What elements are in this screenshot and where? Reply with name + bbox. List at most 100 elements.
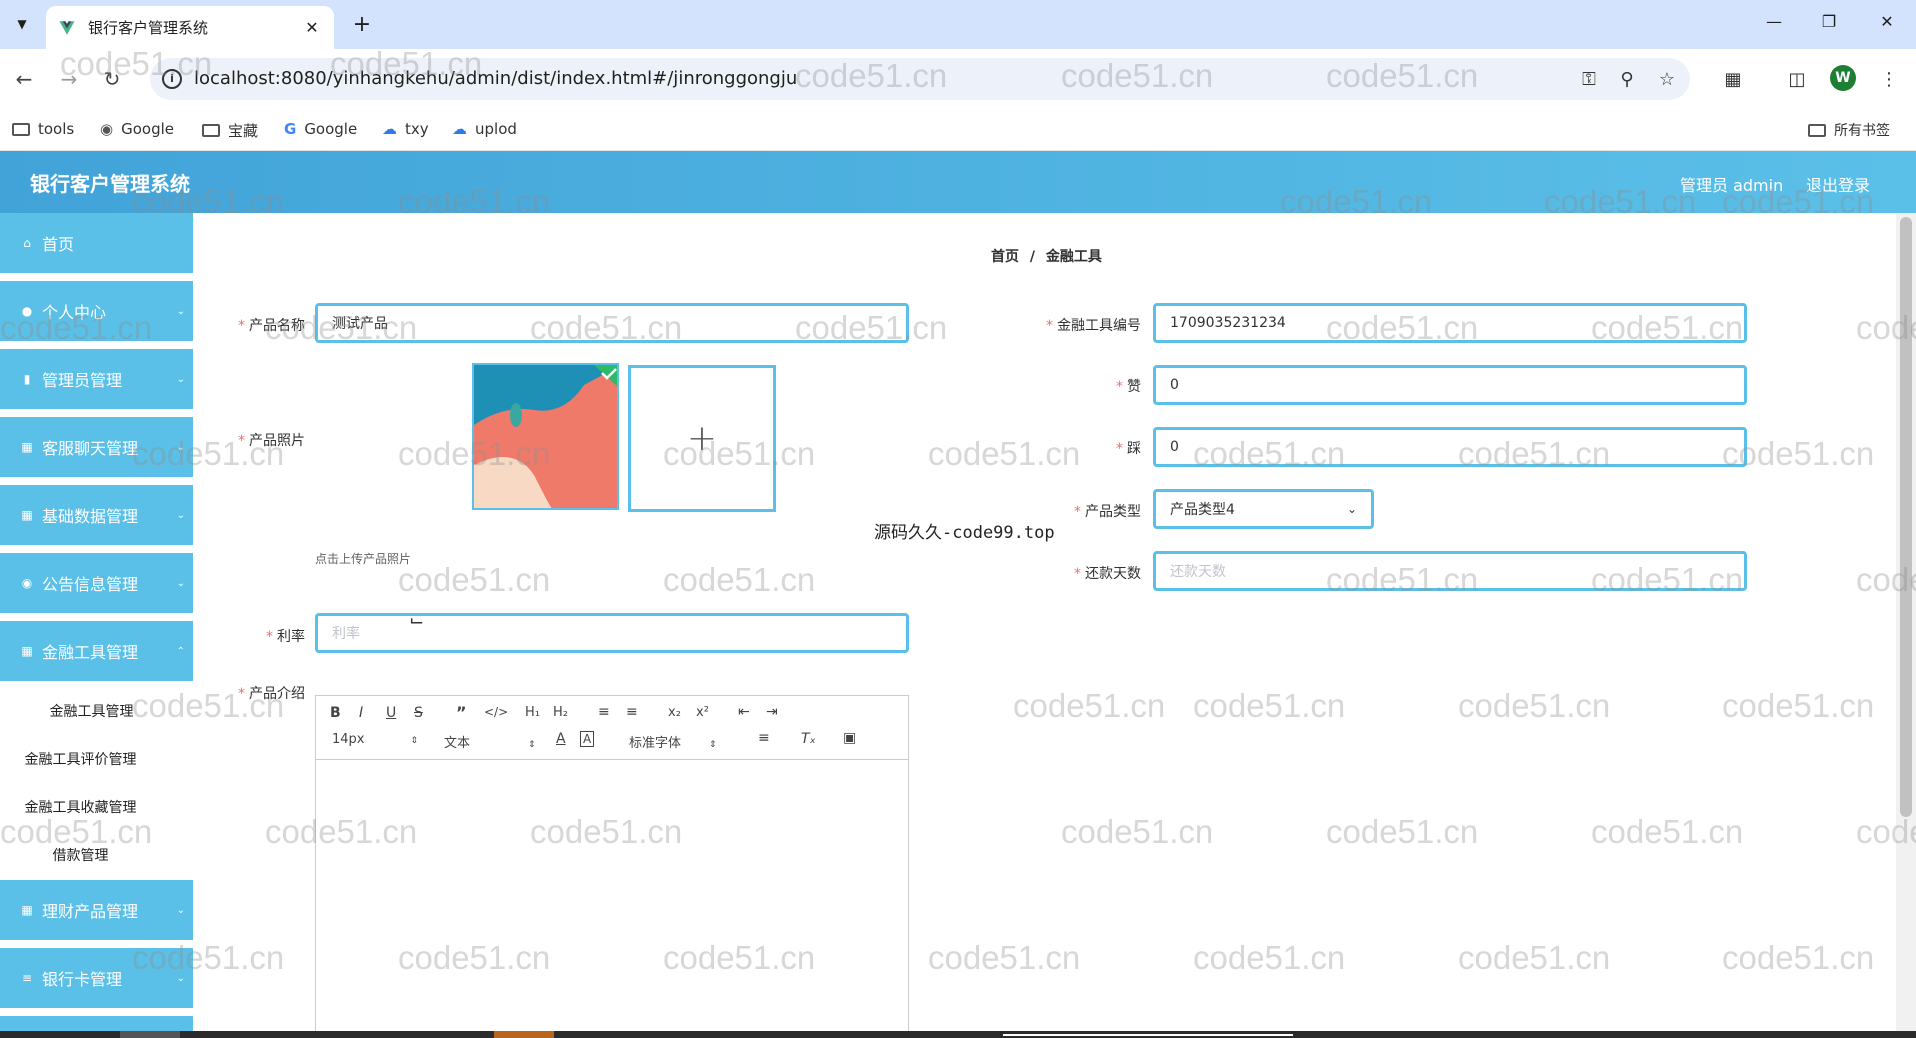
restore-icon[interactable]: ❐ — [1817, 12, 1841, 31]
indent-icon[interactable]: ⇥ — [766, 704, 778, 720]
upload-cloud-icon: ☁ — [452, 120, 467, 138]
breadcrumb-home[interactable]: 首页 — [991, 249, 1019, 265]
font-family-select[interactable]: 标准字体 ⇕ — [629, 732, 717, 751]
sidebar-item-notices[interactable]: ◉ 公告信息管理 ⌄ — [0, 553, 193, 615]
folder-icon — [12, 122, 30, 136]
quote-icon[interactable]: ” — [456, 703, 467, 722]
sidebar: ⌂ 首页 ● 个人中心 ⌄ ▮ 管理员管理 ⌄ ▦ 客服聊天管理 ⌄ ▦ 基础数据管理 ⌄ ◉ 公告… — [0, 213, 193, 1038]
product-photo-image — [474, 365, 617, 508]
product-name-label: * 产品名称 — [238, 318, 305, 334]
back-icon[interactable]: ← — [10, 65, 38, 93]
text-type-select[interactable]: 文本 ⇕ — [444, 732, 536, 751]
bookmark-treasure[interactable]: 宝藏 — [202, 120, 258, 141]
superscript-icon[interactable]: x² — [696, 705, 709, 720]
bookmark-star-icon[interactable]: ☆ — [1654, 67, 1680, 93]
globe-icon: ◉ — [100, 120, 114, 138]
underline-icon[interactable]: U — [386, 705, 396, 721]
submenu-financial-tool-favorite[interactable]: 金融工具收藏管理 — [0, 783, 193, 831]
bookmark-label: tools — [38, 120, 75, 138]
submenu-label: 金融工具收藏管理 — [24, 800, 137, 816]
side-panel-icon[interactable]: ◫ — [1784, 67, 1810, 93]
address-bar[interactable]: i localhost:8080/yinhangkehu/admin/dist/… — [150, 58, 1690, 100]
admin-user-label[interactable]: 管理员 admin — [1680, 172, 1783, 196]
submenu-loan[interactable]: 借款管理 — [0, 831, 193, 879]
product-intro-label: * 产品介绍 — [238, 686, 305, 702]
breadcrumb: 首页 / 金融工具 — [991, 246, 1102, 266]
profile-avatar[interactable]: W — [1830, 65, 1856, 91]
outdent-icon[interactable]: ⇤ — [738, 704, 750, 720]
cai-input[interactable]: 0 — [1153, 427, 1747, 467]
browser-tab[interactable]: 银行客户管理系统 ✕ — [46, 6, 334, 49]
sidebar-item-label: 银行卡管理 — [42, 970, 123, 989]
sidebar-item-label: 公告信息管理 — [42, 575, 139, 594]
sidebar-item-home[interactable]: ⌂ 首页 — [0, 213, 193, 275]
tab-search-icon[interactable]: ▼ — [8, 10, 36, 38]
sidebar-item-chat[interactable]: ▦ 客服聊天管理 ⌄ — [0, 417, 193, 479]
product-name-input[interactable]: 测试产品 — [315, 303, 909, 343]
folder-icon — [202, 124, 220, 137]
bookmark-google-1[interactable]: ◉ Google — [100, 120, 174, 138]
tab-close-icon[interactable]: ✕ — [302, 18, 322, 37]
bold-icon[interactable]: B — [330, 705, 341, 721]
chevron-down-icon: ⌄ — [176, 441, 185, 453]
ordered-list-icon[interactable]: ≡ — [598, 704, 610, 720]
minimize-icon[interactable]: — — [1762, 12, 1786, 31]
h1-icon[interactable]: H₁ — [525, 705, 540, 720]
code-icon[interactable]: </> — [484, 705, 508, 719]
extensions-icon[interactable]: ▦ — [1720, 67, 1746, 93]
add-photo-button[interactable]: + — [628, 365, 776, 512]
reload-icon[interactable]: ↻ — [98, 65, 126, 93]
password-key-icon[interactable]: ⚿ — [1576, 67, 1602, 93]
forward-icon[interactable]: → — [55, 65, 83, 93]
bookmark-label: 宝藏 — [228, 122, 259, 140]
product-type-select[interactable]: 产品类型4 ⌄ — [1153, 489, 1374, 529]
taskbar-item[interactable] — [494, 1031, 554, 1038]
subscript-icon[interactable]: x₂ — [668, 705, 681, 720]
background-color-icon[interactable]: A — [580, 731, 595, 747]
sidebar-item-wealth-products[interactable]: ▦ 理财产品管理 ⌄ — [0, 880, 193, 942]
product-photo-label: * 产品照片 — [238, 433, 305, 449]
google-icon: G — [284, 120, 297, 138]
repay-days-input[interactable]: 还款天数 — [1153, 551, 1747, 591]
font-size-select[interactable]: 14px ⇕ — [332, 732, 418, 747]
sidebar-item-admins[interactable]: ▮ 管理员管理 ⌄ — [0, 349, 193, 411]
tool-code-input[interactable]: 1709035231234 — [1153, 303, 1747, 343]
sidebar-item-profile[interactable]: ● 个人中心 ⌄ — [0, 281, 193, 343]
logout-link[interactable]: 退出登录 — [1806, 172, 1870, 196]
bullet-list-icon[interactable]: ≡ — [626, 704, 638, 720]
align-icon[interactable]: ≡ — [758, 730, 770, 746]
image-icon[interactable]: ▣ — [843, 730, 856, 746]
strike-icon[interactable]: S — [414, 705, 423, 721]
bookmark-tools[interactable]: tools — [12, 120, 74, 138]
rate-input[interactable]: 利率 — [315, 613, 909, 653]
font-color-icon[interactable]: A — [556, 731, 566, 747]
h2-icon[interactable]: H₂ — [553, 705, 568, 720]
bookmark-label: uplod — [475, 120, 517, 138]
sidebar-item-bank-cards[interactable]: ≡ 银行卡管理 ⌄ — [0, 948, 193, 1010]
zoom-icon[interactable]: ⚲ — [1614, 67, 1640, 93]
text-cursor-icon: ⌙ — [409, 610, 425, 631]
clear-format-icon[interactable]: Tₓ — [801, 731, 816, 747]
bookmark-txy[interactable]: ☁ txy — [382, 120, 429, 138]
app-header: 银行客户管理系统 管理员 admin 退出登录 — [0, 151, 1916, 213]
taskbar-item[interactable] — [120, 1031, 180, 1038]
vertical-scrollbar[interactable] — [1896, 213, 1916, 1031]
sidebar-item-financial-tools[interactable]: ▦ 金融工具管理 ⌃ — [0, 621, 193, 683]
browser-window: ▼ 银行客户管理系统 ✕ + — ❐ ✕ ← → ↻ i localhost:8… — [0, 0, 1916, 1038]
all-bookmarks[interactable]: 所有书签 — [1808, 120, 1890, 140]
bookmark-google-2[interactable]: G Google — [284, 120, 357, 138]
more-menu-icon[interactable]: ⋮ — [1876, 67, 1902, 93]
italic-icon[interactable]: I — [359, 705, 363, 721]
site-info-icon[interactable]: i — [162, 69, 182, 89]
sidebar-item-basic-data[interactable]: ▦ 基础数据管理 ⌄ — [0, 485, 193, 547]
rich-text-editor[interactable]: B I U S ” </> H₁ H₂ ≡ ≡ x₂ x² ⇤ ⇥ 14px ⇕ … — [315, 695, 909, 1035]
submenu-financial-tool[interactable]: 金融工具管理 — [0, 687, 193, 735]
submenu-financial-tool-review[interactable]: 金融工具评价管理 — [0, 735, 193, 783]
product-photo-thumbnail[interactable] — [472, 363, 619, 510]
bookmark-uplod[interactable]: ☁ uplod — [452, 120, 517, 138]
scrollbar-thumb[interactable] — [1900, 217, 1912, 817]
new-tab-icon[interactable]: + — [350, 12, 374, 37]
chevron-down-icon: ⌄ — [1346, 502, 1357, 516]
zan-input[interactable]: 0 — [1153, 365, 1747, 405]
window-close-icon[interactable]: ✕ — [1875, 12, 1899, 31]
